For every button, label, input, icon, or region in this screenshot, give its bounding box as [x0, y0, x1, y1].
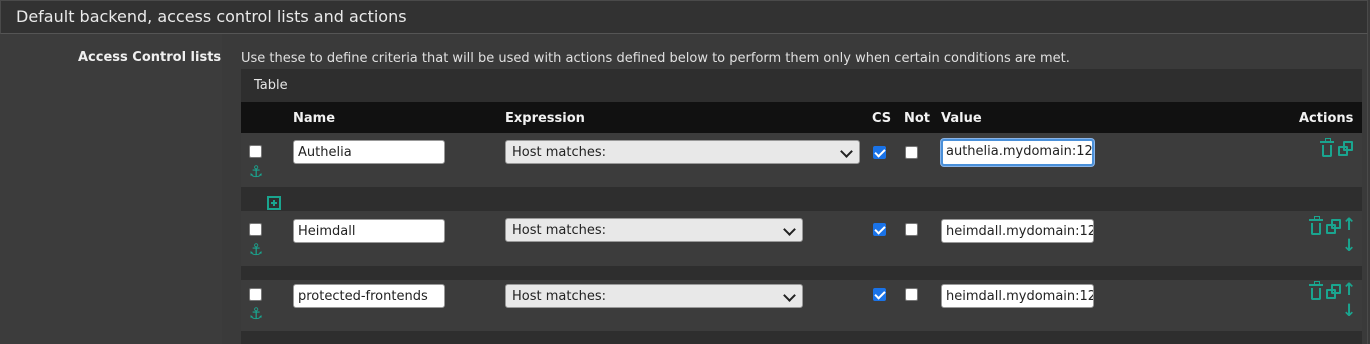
header-expression: Expression — [505, 111, 585, 126]
chevron-down-icon — [783, 223, 796, 236]
field-label: Access Control lists — [78, 50, 222, 65]
arrow-down-icon[interactable]: ↓ — [1342, 238, 1356, 255]
anchor-icon[interactable]: ⚓ — [249, 306, 263, 322]
table-header-row: Name Expression CS Not Value Actions — [241, 102, 1362, 133]
row-select-checkbox[interactable] — [249, 288, 262, 301]
copy-icon[interactable] — [1326, 219, 1342, 235]
anchor-icon[interactable]: ⚓ — [249, 164, 263, 180]
row-select-checkbox[interactable] — [249, 223, 262, 236]
acl-name-input[interactable]: Authelia — [293, 140, 445, 164]
header-not: Not — [904, 111, 931, 126]
section-header: Default backend, access control lists an… — [0, 0, 1368, 34]
field-label-column — [0, 34, 222, 344]
table-caption-label: Table — [254, 78, 288, 93]
not-checkbox[interactable] — [905, 288, 918, 301]
acl-value-input[interactable]: heimdall.mydomain:123 — [941, 219, 1094, 243]
arrow-down-icon[interactable]: ↓ — [1342, 303, 1356, 320]
expression-select[interactable]: Host matches: — [505, 284, 803, 308]
expression-select-value: Host matches: — [512, 289, 606, 304]
trash-icon[interactable] — [1309, 281, 1323, 300]
cs-checkbox[interactable] — [873, 288, 886, 301]
row-select-checkbox[interactable] — [249, 145, 262, 158]
cs-checkbox[interactable] — [873, 146, 886, 159]
row-gap — [241, 266, 1362, 280]
not-checkbox[interactable] — [905, 223, 918, 236]
header-value: Value — [941, 111, 982, 126]
expression-select[interactable]: Host matches: — [505, 140, 860, 164]
chevron-down-icon — [840, 145, 853, 158]
trash-icon[interactable] — [1320, 138, 1334, 157]
add-square-icon[interactable] — [267, 196, 281, 210]
anchor-icon[interactable]: ⚓ — [249, 242, 263, 258]
acl-value-input[interactable]: heimdall.mydomain:123 — [941, 284, 1094, 308]
expression-select-value: Host matches: — [512, 223, 606, 238]
acl-value-input[interactable]: authelia.mydomain:123 — [941, 139, 1094, 166]
trash-icon[interactable] — [1309, 216, 1323, 235]
help-text: Use these to define criteria that will b… — [241, 51, 1070, 66]
row-gap — [241, 187, 1362, 211]
arrow-up-icon[interactable]: ↑ — [1342, 282, 1356, 299]
section-title: Default backend, access control lists an… — [16, 7, 407, 26]
expression-select-value: Host matches: — [512, 145, 606, 160]
cs-checkbox[interactable] — [873, 223, 886, 236]
arrow-up-icon[interactable]: ↑ — [1342, 217, 1356, 234]
chevron-down-icon — [783, 289, 796, 302]
header-actions: Actions — [1299, 111, 1354, 126]
copy-icon[interactable] — [1326, 284, 1342, 300]
header-cs: CS — [872, 111, 892, 126]
acl-name-input[interactable]: Heimdall — [293, 219, 445, 243]
table-footer — [241, 331, 1362, 344]
acl-name-input[interactable]: protected-frontends — [293, 284, 445, 308]
copy-icon[interactable] — [1338, 141, 1354, 157]
expression-select[interactable]: Host matches: — [505, 218, 803, 242]
not-checkbox[interactable] — [905, 146, 918, 159]
table-caption: Table — [241, 69, 1362, 102]
header-name: Name — [293, 111, 336, 126]
